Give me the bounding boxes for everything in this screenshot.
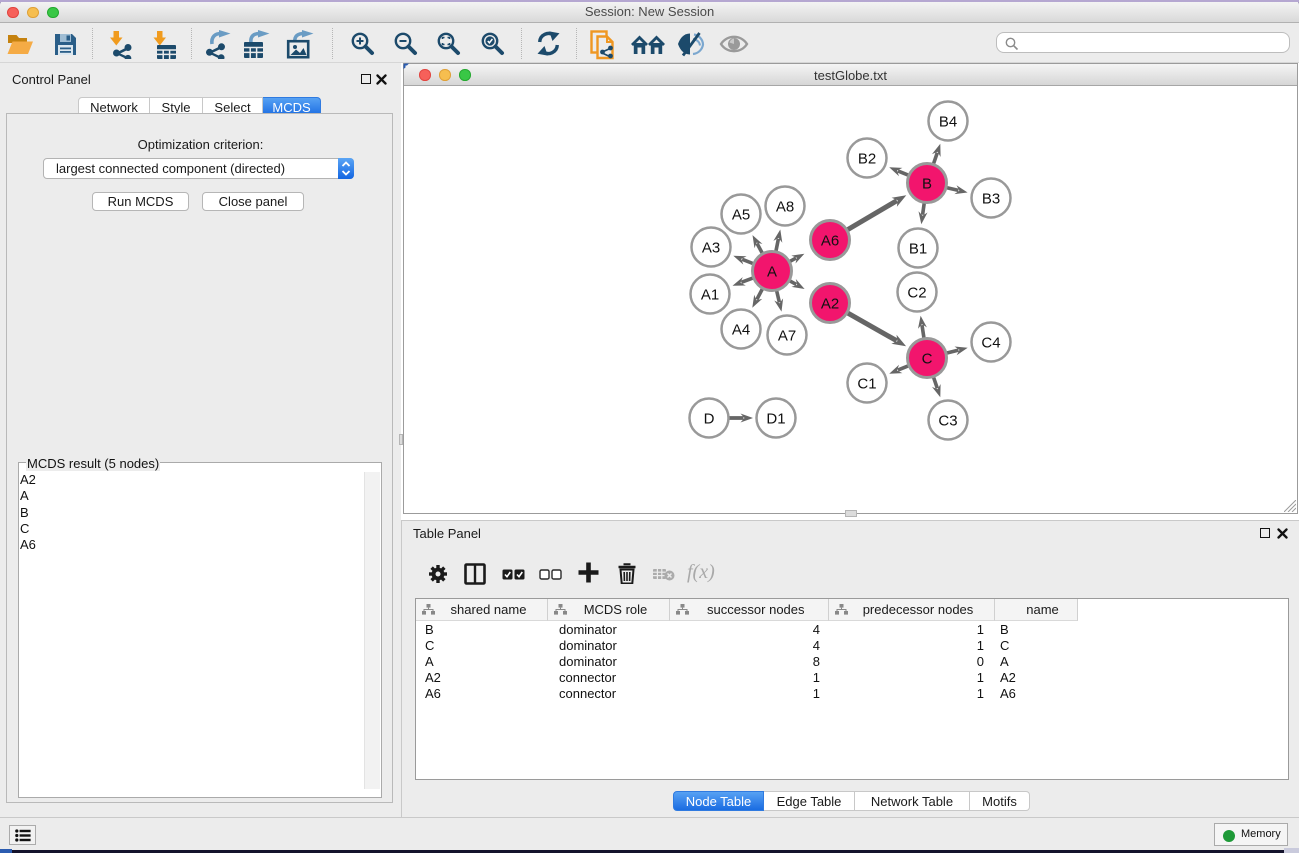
svg-text:A5: A5 (732, 207, 750, 224)
svg-text:A: A (767, 264, 777, 281)
svg-text:D: D (704, 411, 715, 428)
svg-text:D1: D1 (766, 411, 785, 428)
svg-text:B3: B3 (982, 191, 1000, 208)
svg-text:A1: A1 (701, 287, 719, 304)
svg-text:A3: A3 (702, 240, 720, 257)
svg-text:B: B (922, 176, 932, 193)
svg-text:C2: C2 (907, 285, 926, 302)
svg-text:C: C (922, 351, 933, 368)
svg-text:C1: C1 (857, 376, 876, 393)
svg-text:C3: C3 (938, 413, 957, 430)
svg-text:A6: A6 (821, 233, 839, 250)
svg-text:A2: A2 (821, 296, 839, 313)
svg-text:B4: B4 (939, 114, 957, 131)
svg-text:C4: C4 (981, 335, 1000, 352)
svg-text:A7: A7 (778, 328, 796, 345)
svg-text:A8: A8 (776, 199, 794, 216)
svg-text:A4: A4 (732, 322, 750, 339)
svg-text:B1: B1 (909, 241, 927, 258)
svg-text:B2: B2 (858, 151, 876, 168)
